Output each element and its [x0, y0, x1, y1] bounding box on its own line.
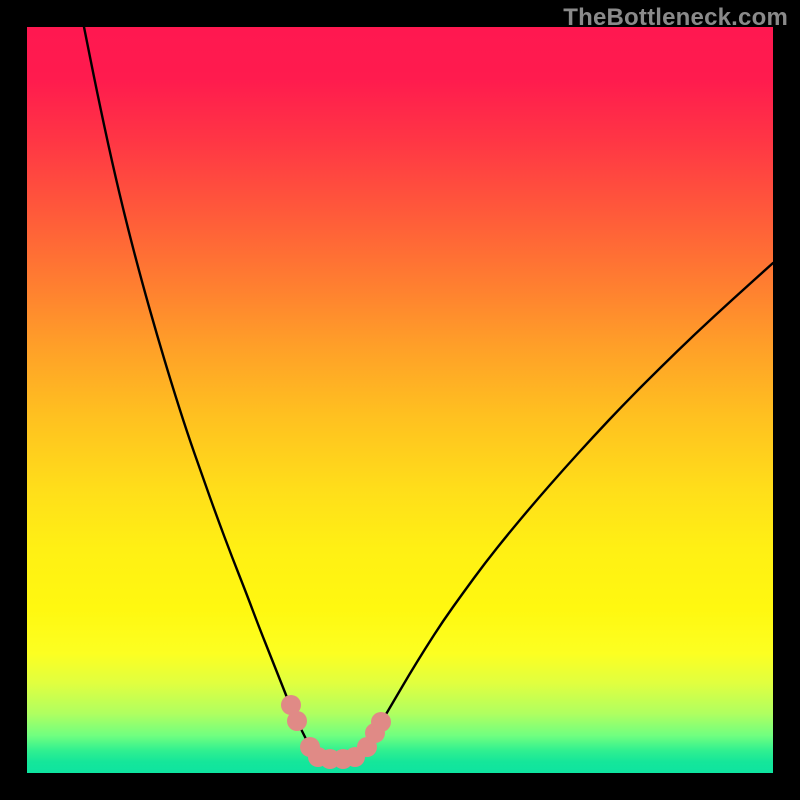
plot-area: [27, 27, 773, 773]
highlight-marker: [287, 711, 307, 731]
chart-frame: TheBottleneck.com: [0, 0, 800, 800]
highlight-marker: [371, 712, 391, 732]
curve-svg: [27, 27, 773, 773]
curve-right: [363, 263, 773, 755]
curve-left: [84, 27, 315, 755]
watermark-label: TheBottleneck.com: [563, 4, 788, 32]
